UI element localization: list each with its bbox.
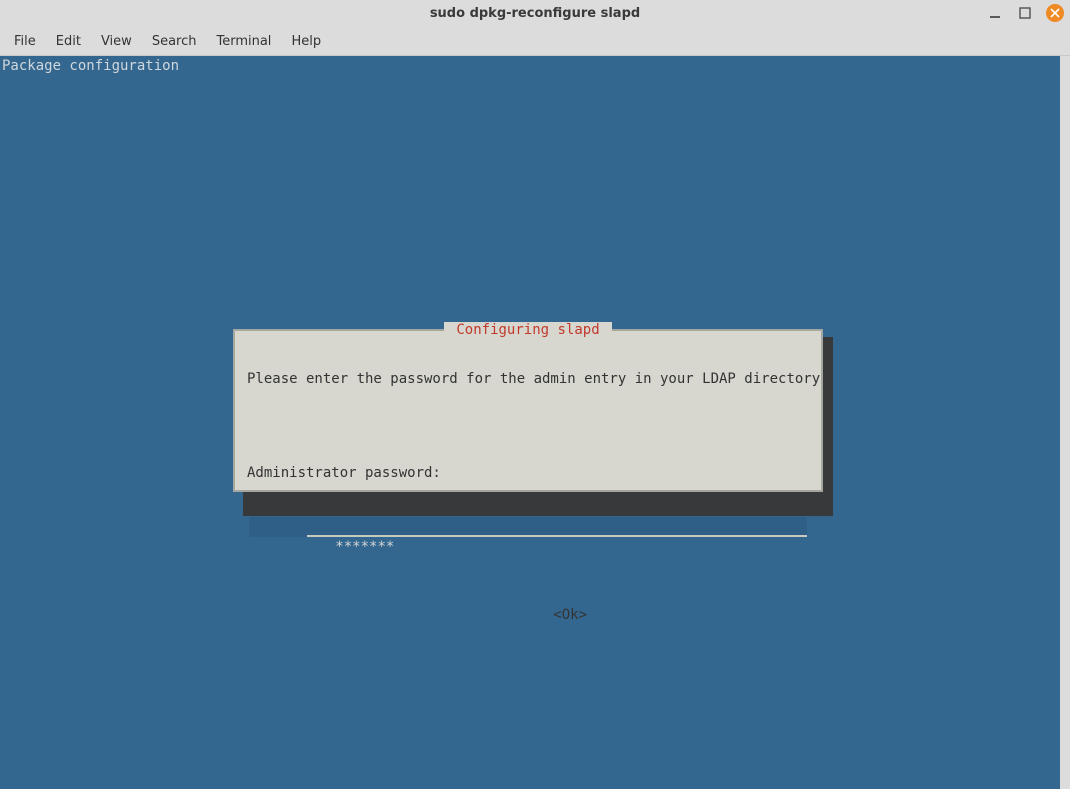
menu-file[interactable]: File <box>4 30 46 53</box>
password-input[interactable]: ******* <box>249 517 807 537</box>
menu-view[interactable]: View <box>91 30 142 53</box>
window-controls <box>986 4 1064 22</box>
minimize-button[interactable] <box>986 4 1004 22</box>
dialog-title: Configuring slapd <box>444 322 612 338</box>
dialog-box: Configuring slapd Please enter the passw… <box>233 329 823 492</box>
menu-terminal[interactable]: Terminal <box>206 30 281 53</box>
scrollbar[interactable] <box>1060 56 1070 789</box>
menu-help[interactable]: Help <box>281 30 331 53</box>
maximize-button[interactable] <box>1016 4 1034 22</box>
window-titlebar: sudo dpkg-reconfigure slapd <box>0 0 1070 28</box>
dialog-title-bar: Configuring slapd <box>235 321 821 339</box>
terminal-header-line: Package configuration <box>2 58 179 74</box>
menu-edit[interactable]: Edit <box>46 30 91 53</box>
terminal[interactable]: Package configuration Configuring slapd … <box>0 56 1060 789</box>
ok-button[interactable]: <Ok> <box>553 607 587 623</box>
dialog-label: Administrator password: <box>247 465 809 481</box>
window-title: sudo dpkg-reconfigure slapd <box>0 0 1070 28</box>
password-value: ******* <box>335 539 394 555</box>
close-button[interactable] <box>1046 4 1064 22</box>
dialog-prompt: Please enter the password for the admin … <box>247 371 809 387</box>
menu-search[interactable]: Search <box>142 30 207 53</box>
menubar: File Edit View Search Terminal Help <box>0 28 1070 56</box>
